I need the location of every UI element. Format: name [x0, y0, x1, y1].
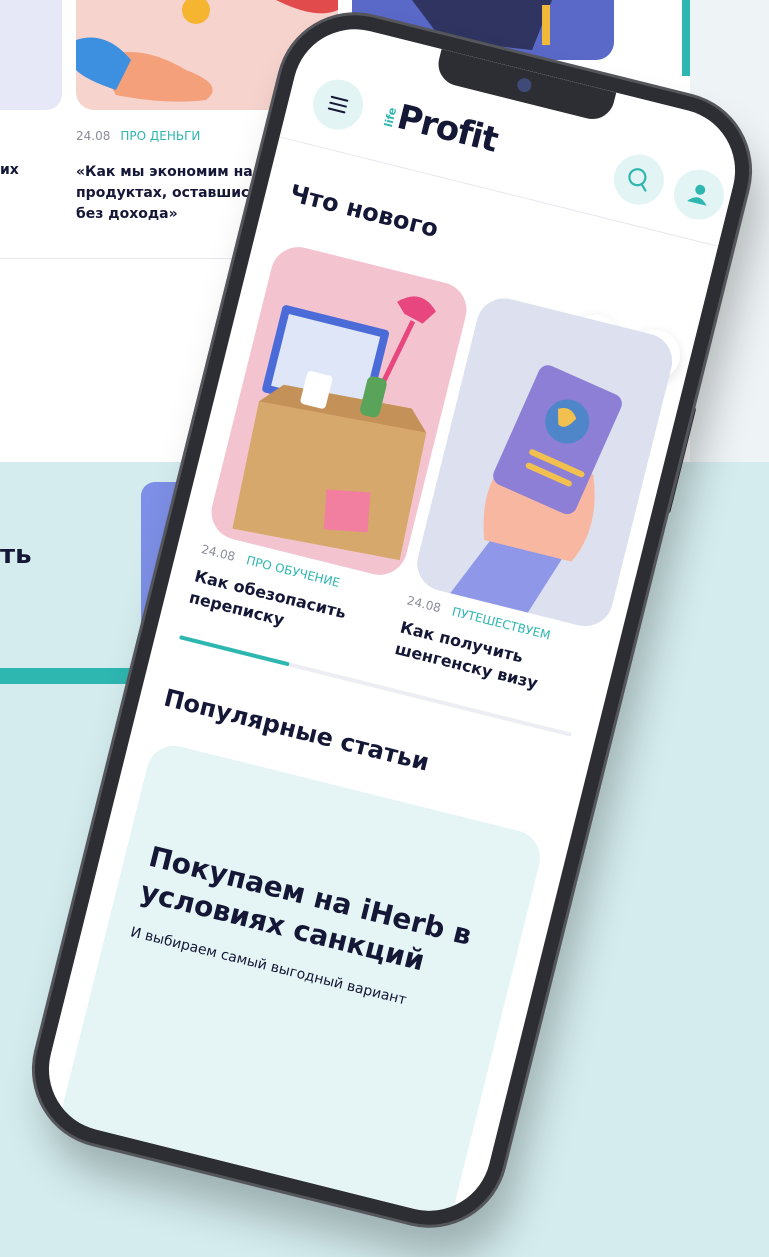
camera-icon [515, 76, 533, 94]
background-accent-band [682, 0, 690, 76]
menu-button[interactable] [307, 74, 369, 135]
search-icon [628, 168, 647, 192]
logo[interactable]: life Profit [378, 93, 502, 160]
popular-article-card[interactable]: Покупаем на iHerb в условиях санкций И в… [52, 739, 546, 1224]
article-date: 24.08 [199, 542, 237, 564]
article-date: 24.08 [405, 593, 443, 616]
background-truncated-heading: ть [0, 540, 32, 570]
article-title[interactable]: Как получить шенгенску визу [393, 617, 588, 706]
profile-button[interactable] [668, 164, 730, 225]
carousel-progress-fill [179, 635, 290, 667]
background-card-image [0, 0, 62, 110]
background-article-category[interactable]: ПРО ДЕНЬГИ [120, 129, 200, 143]
search-button[interactable] [608, 149, 670, 210]
hamburger-icon [327, 95, 349, 114]
section-title-whats-new: Что нового [286, 179, 442, 244]
background-truncated-text: их [0, 162, 19, 178]
logo-text: Profit [393, 97, 502, 161]
article-title[interactable]: Как обезопасить переписку [187, 565, 382, 654]
background-article-meta: 24.08 ПРО ДЕНЬГИ [76, 129, 200, 143]
background-article-date: 24.08 [76, 129, 111, 143]
user-icon [687, 184, 707, 206]
